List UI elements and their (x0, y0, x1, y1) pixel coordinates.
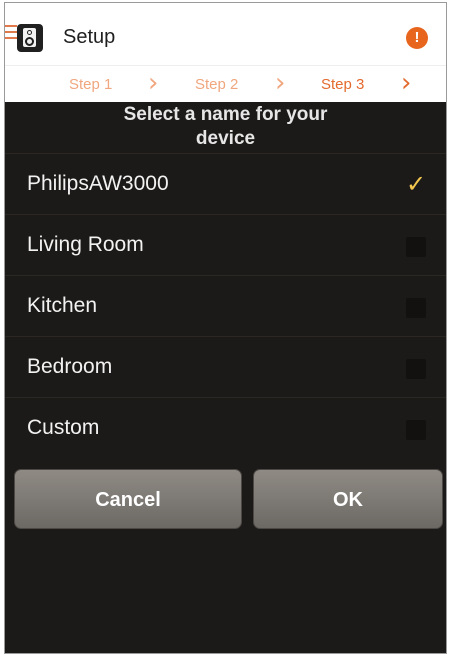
option-label: Living Room (27, 233, 144, 256)
option-checkbox[interactable] (406, 298, 426, 318)
name-prompt: Select a name for your device (5, 103, 446, 151)
step-2: Step 2 (195, 76, 239, 93)
setup-steps: Step 1 › Step 2 › Step 3 › (5, 65, 446, 102)
app-bar: Setup ! (5, 3, 446, 65)
option-label: Custom (27, 416, 100, 439)
name-option-custom[interactable]: Custom (5, 397, 446, 458)
name-option-philipsaw3000[interactable]: PhilipsAW3000 ✓ (5, 153, 446, 214)
prompt-line-1: Select a name for your (123, 104, 328, 125)
option-label: PhilipsAW3000 (27, 172, 169, 195)
hamburger-icon[interactable] (5, 25, 17, 43)
speaker-app-icon (17, 24, 43, 52)
name-option-bedroom[interactable]: Bedroom (5, 336, 446, 397)
option-label: Kitchen (27, 294, 98, 317)
chevron-right-icon: › (401, 68, 412, 98)
cancel-button[interactable]: Cancel (14, 469, 242, 529)
checkmark-icon: ✓ (406, 170, 427, 198)
option-checkbox[interactable] (406, 359, 426, 379)
step-3: Step 3 (321, 76, 365, 93)
option-checkbox[interactable] (406, 237, 426, 257)
option-label: Bedroom (27, 355, 113, 378)
name-option-kitchen[interactable]: Kitchen (5, 275, 446, 336)
page-title: Setup (63, 26, 116, 48)
chevron-right-icon: › (148, 68, 159, 98)
step-1: Step 1 (69, 76, 113, 93)
device-frame: Setup ! Step 1 › Step 2 › Step 3 › Selec… (4, 2, 447, 654)
device-name-list: PhilipsAW3000 ✓ Living Room Kitchen Bedr… (5, 153, 446, 458)
chevron-right-icon: › (275, 68, 286, 98)
prompt-line-2: device (195, 128, 256, 149)
option-checkbox[interactable]: ✓ (406, 170, 426, 198)
ok-button[interactable]: OK (253, 469, 443, 529)
alert-icon[interactable]: ! (406, 27, 428, 49)
name-option-living-room[interactable]: Living Room (5, 214, 446, 275)
option-checkbox[interactable] (406, 420, 426, 440)
